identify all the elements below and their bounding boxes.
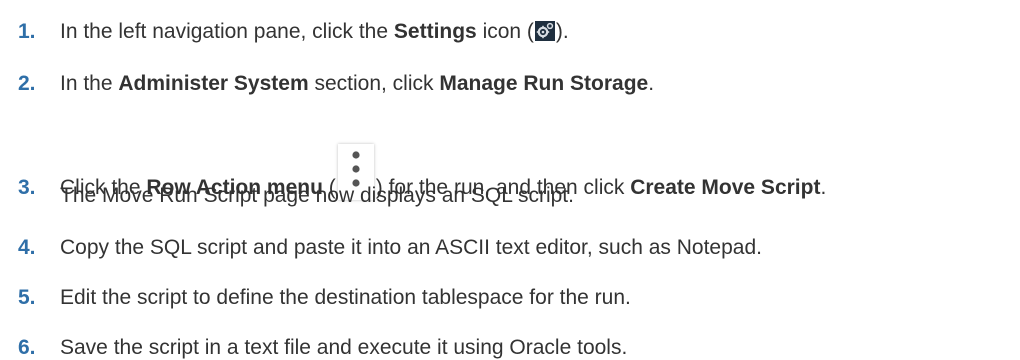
step-number: 4.: [18, 236, 36, 259]
step-number: 3.: [18, 176, 36, 199]
step-text: In the left navigation pane, click the S…: [60, 20, 569, 44]
step-text-part: icon (: [476, 20, 534, 43]
step-2: 2. In the Administer System section, cli…: [18, 72, 654, 96]
step-text: Copy the SQL script and paste it into an…: [60, 236, 762, 259]
ui-term-create-move-script: Create Move Script: [630, 176, 821, 199]
step-text-part: section, click: [308, 72, 440, 95]
step-text: Edit the script to define the destinatio…: [60, 286, 631, 309]
ui-term-settings: Settings: [393, 20, 477, 43]
step-number: 1.: [18, 20, 36, 43]
step-3-result: The Move Run Script page now displays an…: [60, 184, 574, 207]
step-text-part: ).: [555, 20, 569, 43]
step-text-part: In the left navigation pane, click the: [60, 20, 394, 43]
step-number: 6.: [18, 336, 36, 359]
step-6: 6. Save the script in a text file and ex…: [18, 336, 627, 360]
step-4: 4. Copy the SQL script and paste it into…: [18, 236, 762, 260]
ui-term-administer-system: Administer System: [118, 72, 309, 95]
step-5: 5. Edit the script to define the destina…: [18, 286, 631, 310]
step-number: 5.: [18, 286, 36, 309]
step-text: In the Administer System section, click …: [60, 72, 654, 96]
settings-gear-icon: [534, 21, 555, 41]
step-text-part: In the: [60, 72, 119, 95]
step-1: 1. In the left navigation pane, click th…: [18, 20, 569, 44]
ui-term-manage-run-storage: Manage Run Storage: [439, 72, 649, 95]
step-number: 2.: [18, 72, 36, 95]
step-text-part: .: [648, 72, 655, 95]
step-text-part: .: [820, 176, 827, 199]
step-text: Save the script in a text file and execu…: [60, 336, 628, 359]
